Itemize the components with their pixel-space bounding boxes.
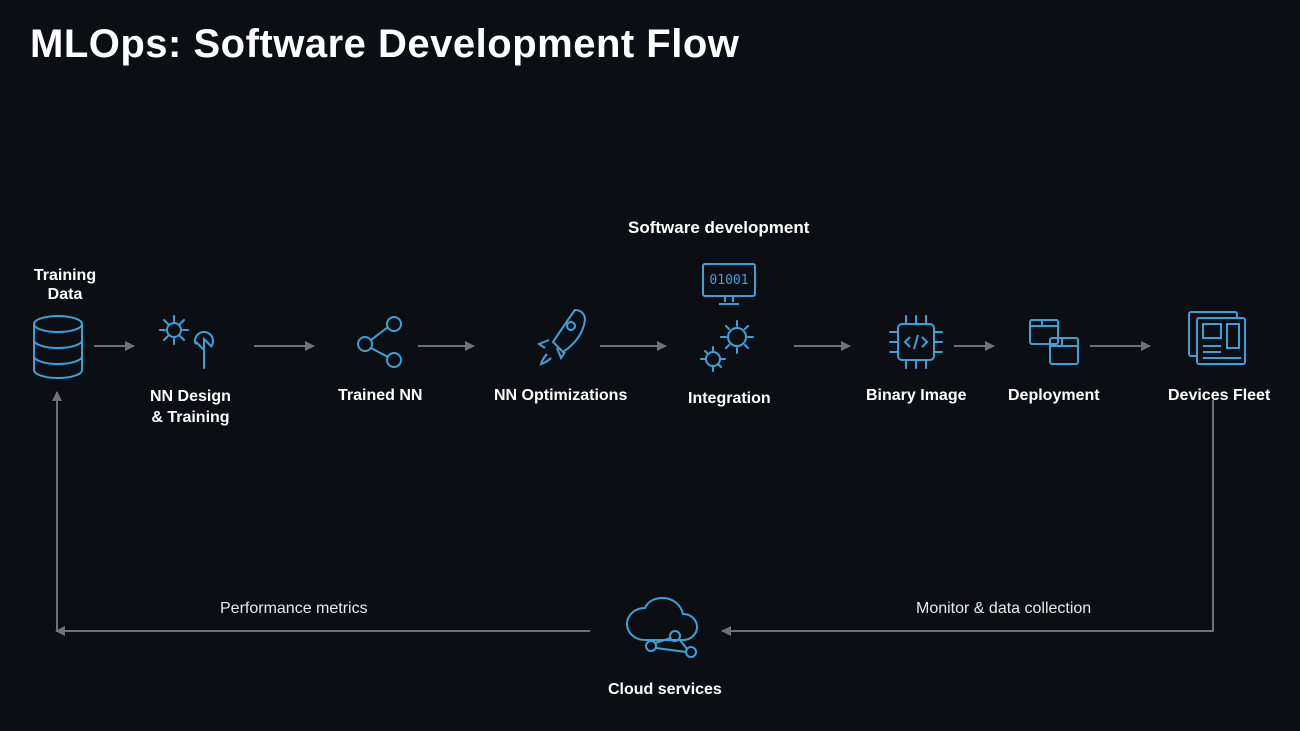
integration-label: Integration xyxy=(688,390,771,408)
boxes-icon xyxy=(1022,312,1086,377)
network-nodes-icon xyxy=(350,312,410,377)
node-devices-fleet: Devices Fleet xyxy=(1168,306,1270,405)
rocket-icon xyxy=(529,304,593,377)
node-nn-design: NN Design & Training xyxy=(150,312,231,429)
binary-image-label: Binary Image xyxy=(866,387,966,405)
arrow-4 xyxy=(600,345,666,347)
arrow-1 xyxy=(94,345,134,347)
database-icon xyxy=(30,314,86,385)
node-trained-nn: Trained NN xyxy=(338,312,422,405)
nn-design-label: NN Design & Training xyxy=(150,387,231,429)
node-integration: 01001 Integration xyxy=(688,260,771,408)
nn-opt-label: NN Optimizations xyxy=(494,387,627,405)
devices-fleet-label: Devices Fleet xyxy=(1168,387,1270,405)
svg-text:01001: 01001 xyxy=(710,273,749,288)
node-binary-image: Binary Image xyxy=(866,312,966,405)
gears-icon xyxy=(695,317,763,380)
arrow-6 xyxy=(954,345,994,347)
arrow-2 xyxy=(254,345,314,347)
arrow-5 xyxy=(794,345,850,347)
training-data-label: TrainingData xyxy=(20,266,110,304)
chip-code-icon xyxy=(884,312,948,377)
node-training-data xyxy=(30,314,86,385)
arrow-7 xyxy=(1090,345,1150,347)
section-label-software-dev: Software development xyxy=(628,218,809,238)
node-nn-opt: NN Optimizations xyxy=(494,304,627,405)
feedback-down-right xyxy=(1212,400,1214,632)
binary-monitor-icon: 01001 xyxy=(693,260,765,313)
cloud-services-label: Cloud services xyxy=(608,681,722,699)
devices-boards-icon xyxy=(1183,306,1255,377)
cloud-network-icon xyxy=(617,596,713,671)
node-deployment: Deployment xyxy=(1008,312,1100,405)
feedback-left-label: Performance metrics xyxy=(220,600,368,618)
node-cloud-services: Cloud services xyxy=(608,596,722,699)
feedback-right-label: Monitor & data collection xyxy=(916,600,1091,618)
arrow-3 xyxy=(418,345,474,347)
trained-nn-label: Trained NN xyxy=(338,387,422,405)
deployment-label: Deployment xyxy=(1008,387,1100,405)
gears-wrench-icon xyxy=(154,312,226,377)
feedback-cloud-to-left xyxy=(56,630,590,632)
feedback-right-to-cloud xyxy=(722,630,1214,632)
page-title: MLOps: Software Development Flow xyxy=(30,22,739,67)
feedback-up-left xyxy=(56,392,58,632)
